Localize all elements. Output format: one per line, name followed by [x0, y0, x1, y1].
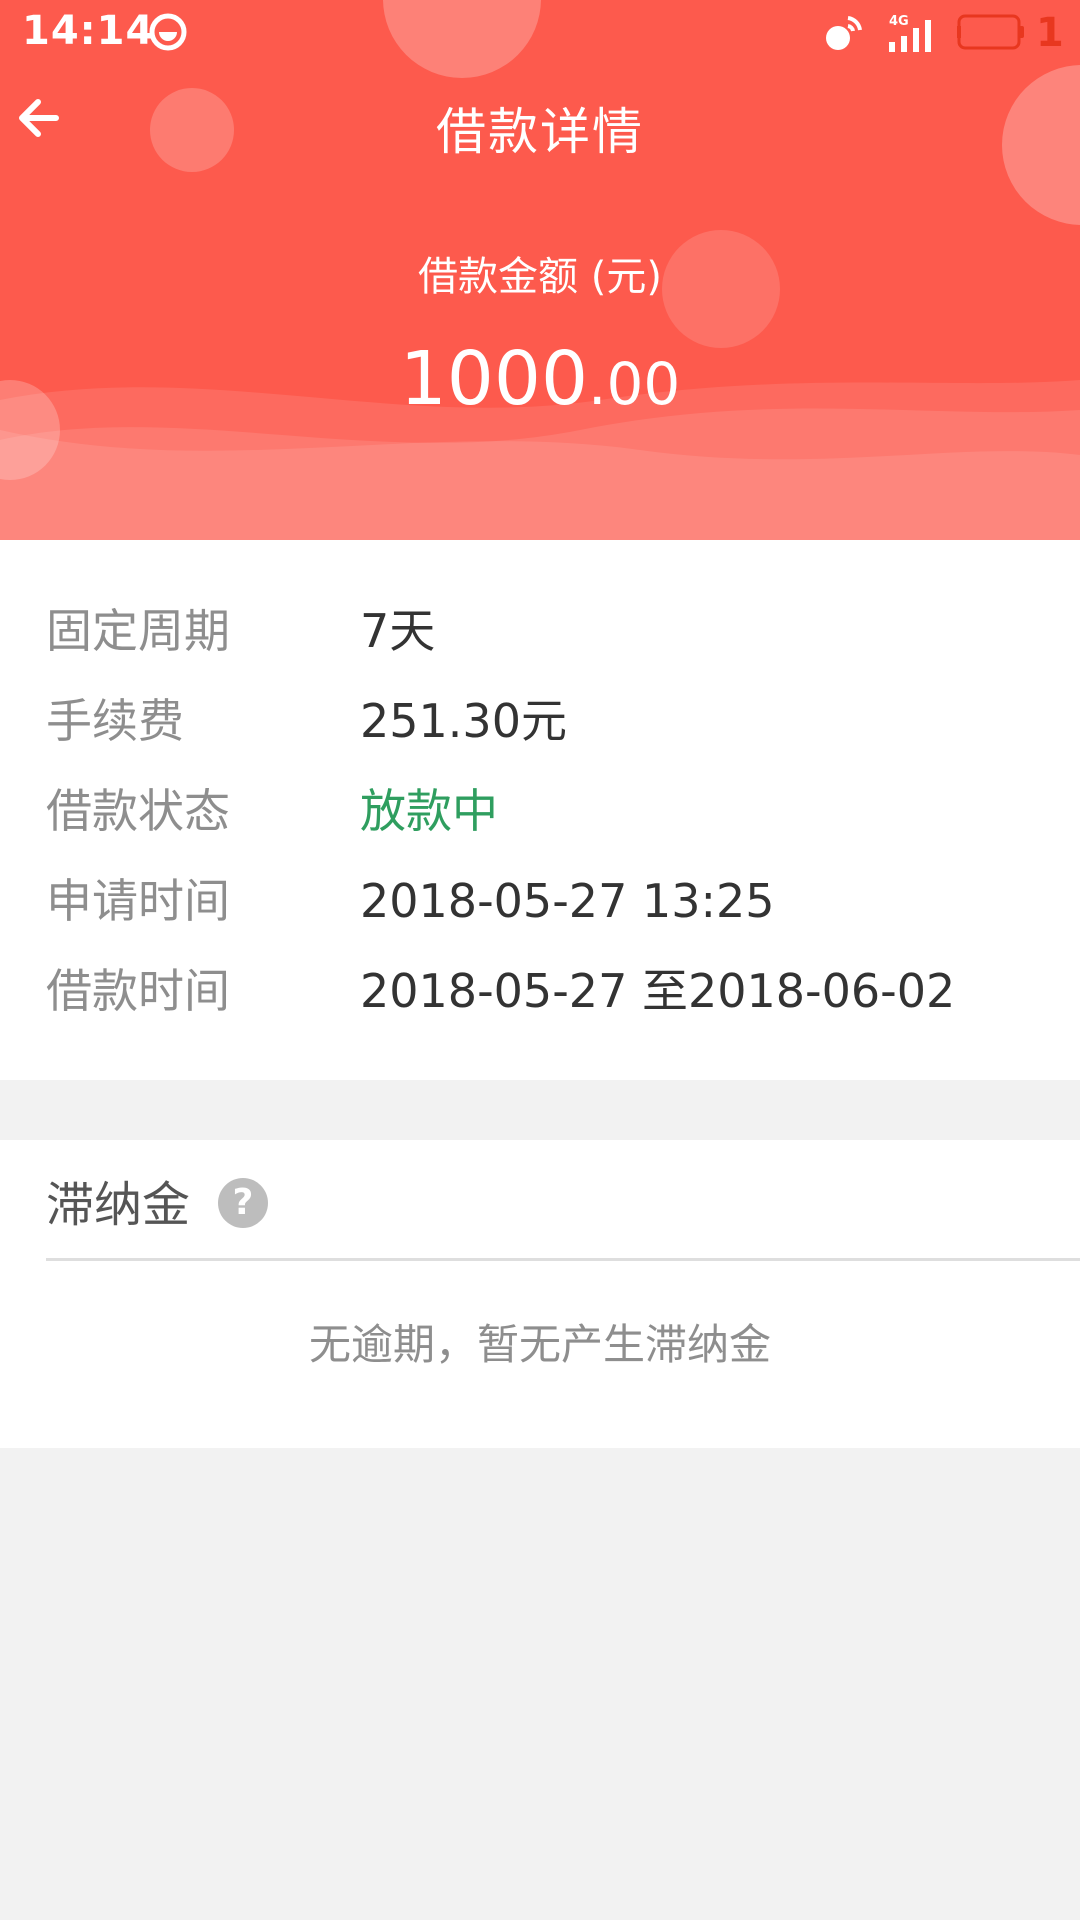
- late-fee-card: 滞纳金 ? 无逾期，暂无产生滞纳金: [0, 1140, 1080, 1448]
- detail-label: 借款时间: [46, 964, 230, 1018]
- detail-value: 251.30元: [360, 694, 567, 748]
- battery-icon: [957, 14, 1024, 50]
- cell-signal-icon: [889, 20, 931, 52]
- detail-label: 手续费: [46, 694, 184, 748]
- page-title: 借款详情: [436, 103, 644, 161]
- battery-level: 1: [1036, 10, 1064, 56]
- detail-label: 借款状态: [46, 784, 230, 838]
- detail-row-loan-time: 借款时间 2018-05-27 至2018-06-02: [0, 956, 1080, 1026]
- amount-label: 借款金额 (元): [418, 254, 662, 300]
- detail-row-period: 固定周期 7天: [0, 596, 1080, 666]
- divider: [46, 1258, 1080, 1261]
- status-value: 放款中: [360, 784, 498, 838]
- detail-row-apply-time: 申请时间 2018-05-27 13:25: [0, 866, 1080, 936]
- detail-label: 申请时间: [46, 874, 230, 928]
- detail-row-fee: 手续费 251.30元: [0, 686, 1080, 756]
- loan-amount: 1000.00: [0, 336, 1080, 422]
- detail-value: 2018-05-27 13:25: [360, 874, 775, 928]
- status-bar: 14:14 4G 1: [0, 0, 1080, 66]
- detail-value: 2018-05-27 至2018-06-02: [360, 964, 956, 1018]
- detail-value: 7天: [360, 604, 436, 658]
- status-time: 14:14: [22, 8, 155, 54]
- signal-wifi-icon: [826, 16, 862, 50]
- amount-decimal: .00: [588, 350, 681, 418]
- header-banner: 14:14 4G 1 借款详情 借款金额 (元) 1000.00: [0, 0, 1080, 540]
- smile-icon: [149, 13, 187, 51]
- amount-integer: 1000: [399, 336, 589, 422]
- detail-label: 固定周期: [46, 604, 230, 658]
- late-fee-empty-text: 无逾期，暂无产生滞纳金: [308, 1320, 771, 1369]
- loan-details-card: 固定周期 7天 手续费 251.30元 借款状态 放款中 申请时间 2018-0…: [0, 540, 1080, 1080]
- detail-row-status: 借款状态 放款中: [0, 776, 1080, 846]
- late-fee-title: 滞纳金: [46, 1177, 191, 1233]
- question-mark-icon[interactable]: ?: [218, 1178, 268, 1228]
